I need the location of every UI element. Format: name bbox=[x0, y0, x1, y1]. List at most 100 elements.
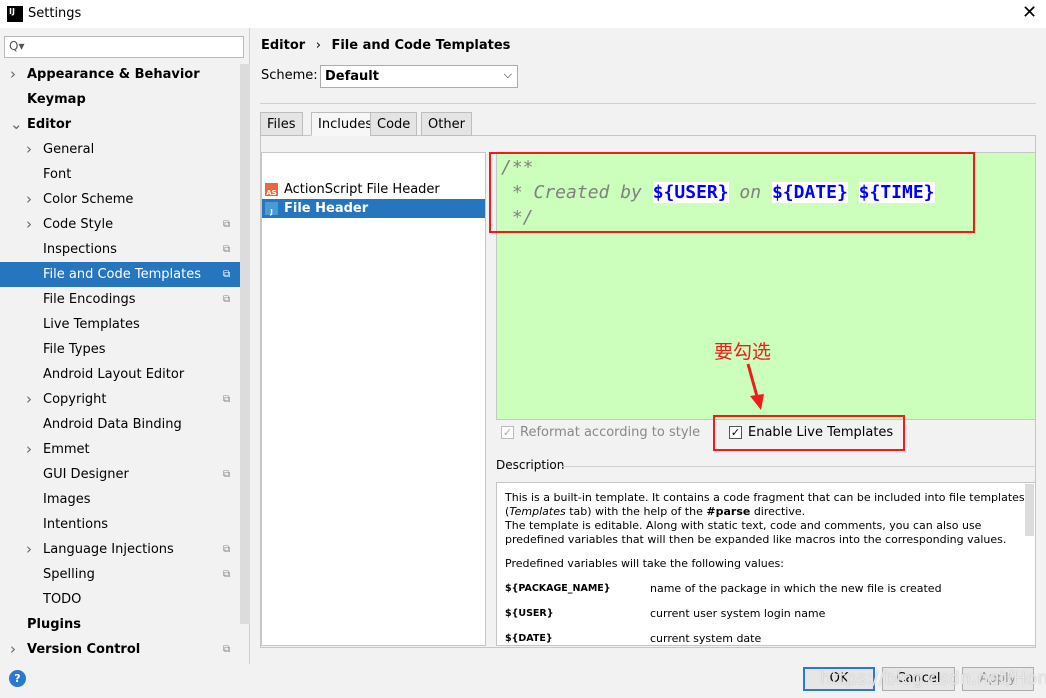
list-item[interactable]: AS ActionScript File Header bbox=[262, 180, 485, 199]
tab-other[interactable]: Other bbox=[421, 112, 472, 136]
variable-row: ${DATE} current system date bbox=[505, 632, 762, 645]
sidebar-item[interactable]: File Encodings ⧉ bbox=[0, 287, 240, 312]
chevron-right-icon[interactable]: › bbox=[26, 537, 32, 562]
project-settings-icon: ⧉ bbox=[223, 544, 231, 555]
title-bar: IJ Settings ✕ bbox=[0, 0, 1046, 28]
sidebar-item[interactable]: Inspections ⧉ bbox=[0, 237, 240, 262]
project-settings-icon: ⧉ bbox=[223, 294, 231, 305]
tab-code[interactable]: Code bbox=[370, 112, 418, 136]
sidebar-item[interactable]: File and Code Templates ⧉ bbox=[0, 262, 240, 287]
reformat-label: Reformat according to style bbox=[520, 425, 701, 440]
reformat-checkbox[interactable]: ✓ bbox=[501, 426, 514, 439]
breadcrumb-current: File and Code Templates bbox=[331, 38, 511, 53]
sidebar-item-label: Language Injections bbox=[43, 542, 174, 557]
sidebar-item[interactable]: › Copyright ⧉ bbox=[0, 387, 240, 412]
chevron-right-icon[interactable]: › bbox=[26, 387, 32, 412]
sidebar-item-label: Android Layout Editor bbox=[43, 367, 185, 382]
help-icon[interactable]: ? bbox=[9, 670, 26, 687]
variable-row: ${PACKAGE_NAME} name of the package in wh… bbox=[505, 582, 942, 595]
chevron-down-icon[interactable]: ⌄ bbox=[10, 112, 23, 137]
project-settings-icon: ⧉ bbox=[223, 644, 231, 655]
chevron-right-icon[interactable]: › bbox=[26, 187, 32, 212]
chevron-down-icon: ⌵ bbox=[503, 68, 512, 81]
annotation-text: 要勾选 bbox=[714, 341, 772, 363]
app-logo: IJ bbox=[7, 6, 23, 22]
sidebar-item-label: Spelling bbox=[43, 567, 95, 582]
sidebar-item[interactable]: Android Layout Editor bbox=[0, 362, 240, 387]
sidebar-item[interactable]: › Color Scheme bbox=[0, 187, 240, 212]
sidebar-item[interactable]: File Types bbox=[0, 337, 240, 362]
actionscript-file-icon: AS bbox=[265, 183, 278, 197]
sidebar-item[interactable]: Font bbox=[0, 162, 240, 187]
sidebar-item-label: File Encodings bbox=[43, 292, 136, 307]
scheme-label: Scheme: bbox=[261, 68, 318, 83]
breadcrumb-parent[interactable]: Editor bbox=[261, 38, 305, 53]
sidebar-item-label: GUI Designer bbox=[43, 467, 129, 482]
sidebar-item-label: Plugins bbox=[27, 617, 81, 632]
tab-files[interactable]: Files bbox=[260, 112, 303, 136]
sidebar-item-label: Images bbox=[43, 492, 91, 507]
java-file-icon: J bbox=[265, 202, 278, 216]
sidebar-item[interactable]: Android Data Binding bbox=[0, 412, 240, 437]
sidebar-item[interactable]: › Version Control ⧉ bbox=[0, 637, 240, 662]
sidebar-item-label: Keymap bbox=[27, 92, 86, 107]
sidebar-item[interactable]: Keymap bbox=[0, 87, 240, 112]
window-title: Settings bbox=[28, 6, 82, 21]
sidebar-item-label: Appearance & Behavior bbox=[27, 67, 200, 82]
chevron-right-icon[interactable]: › bbox=[26, 212, 32, 237]
tab-includes[interactable]: Includes bbox=[311, 112, 380, 136]
project-settings-icon: ⧉ bbox=[223, 469, 231, 480]
chevron-right-icon[interactable]: › bbox=[10, 62, 16, 87]
enable-live-templates-label: Enable Live Templates bbox=[748, 425, 894, 440]
chevron-right-icon[interactable]: › bbox=[10, 637, 16, 662]
sidebar-item[interactable]: Plugins bbox=[0, 612, 240, 637]
sidebar-item-label: File Types bbox=[43, 342, 106, 357]
chevron-right-icon[interactable]: › bbox=[26, 437, 32, 462]
project-settings-icon: ⧉ bbox=[223, 569, 231, 580]
breadcrumb-separator: › bbox=[315, 38, 321, 53]
sidebar-item[interactable]: › Appearance & Behavior bbox=[0, 62, 240, 87]
sidebar-item-label: Editor bbox=[27, 117, 72, 132]
project-settings-icon: ⧉ bbox=[223, 219, 231, 230]
variable-row: ${USER} current user system login name bbox=[505, 607, 826, 620]
sidebar-item-label: Color Scheme bbox=[43, 192, 134, 207]
sidebar-item-label: Emmet bbox=[43, 442, 90, 457]
sidebar-item-label: Version Control bbox=[27, 642, 141, 657]
divider bbox=[260, 103, 1036, 104]
annotation-arrow-icon bbox=[746, 363, 764, 410]
sidebar-item[interactable]: TODO bbox=[0, 587, 240, 612]
settings-sidebar: Q▾ › Appearance & Behavior Keymap ⌄ Editor › G… bbox=[0, 28, 250, 664]
description-scrollbar[interactable] bbox=[1025, 484, 1034, 536]
scheme-select[interactable]: Default ⌵ bbox=[320, 65, 518, 88]
breadcrumb: Editor › File and Code Templates bbox=[261, 38, 510, 53]
list-item-label: File Header bbox=[284, 201, 369, 216]
sidebar-item-label: TODO bbox=[43, 592, 82, 607]
sidebar-item[interactable]: Live Templates bbox=[0, 312, 240, 337]
sidebar-scrollbar[interactable] bbox=[240, 64, 250, 624]
sidebar-item[interactable]: Intentions bbox=[0, 512, 240, 537]
watermark: https://blog.csdn.net/HongRi_ bbox=[820, 668, 1046, 689]
sidebar-item[interactable]: › General bbox=[0, 137, 240, 162]
sidebar-item-label: File and Code Templates bbox=[43, 267, 201, 282]
sidebar-item[interactable]: Images bbox=[0, 487, 240, 512]
close-icon[interactable]: ✕ bbox=[1022, 2, 1037, 23]
list-item[interactable]: J File Header bbox=[262, 199, 485, 218]
sidebar-item-label: Copyright bbox=[43, 392, 107, 407]
sidebar-item-label: Live Templates bbox=[43, 317, 140, 332]
project-settings-icon: ⧉ bbox=[223, 269, 231, 280]
sidebar-item-label: Android Data Binding bbox=[43, 417, 182, 432]
sidebar-item[interactable]: GUI Designer ⧉ bbox=[0, 462, 240, 487]
enable-live-templates-checkbox[interactable]: ✓ bbox=[729, 426, 742, 439]
description-text: The template is editable. Along with sta… bbox=[505, 519, 1007, 546]
sidebar-item[interactable]: › Code Style ⧉ bbox=[0, 212, 240, 237]
sidebar-item[interactable]: › Language Injections ⧉ bbox=[0, 537, 240, 562]
chevron-right-icon[interactable]: › bbox=[26, 137, 32, 162]
sidebar-item[interactable]: ⌄ Editor bbox=[0, 112, 240, 137]
sidebar-item[interactable]: Spelling ⧉ bbox=[0, 562, 240, 587]
description-panel: This is a built-in template. It contains… bbox=[496, 482, 1036, 646]
description-text: This is a built-in template. It contains… bbox=[505, 491, 1025, 518]
search-input[interactable]: Q▾ bbox=[4, 36, 244, 58]
sidebar-item[interactable]: › Emmet bbox=[0, 437, 240, 462]
template-list: AS ActionScript File Header J File Header bbox=[261, 152, 486, 646]
project-settings-icon: ⧉ bbox=[223, 244, 231, 255]
